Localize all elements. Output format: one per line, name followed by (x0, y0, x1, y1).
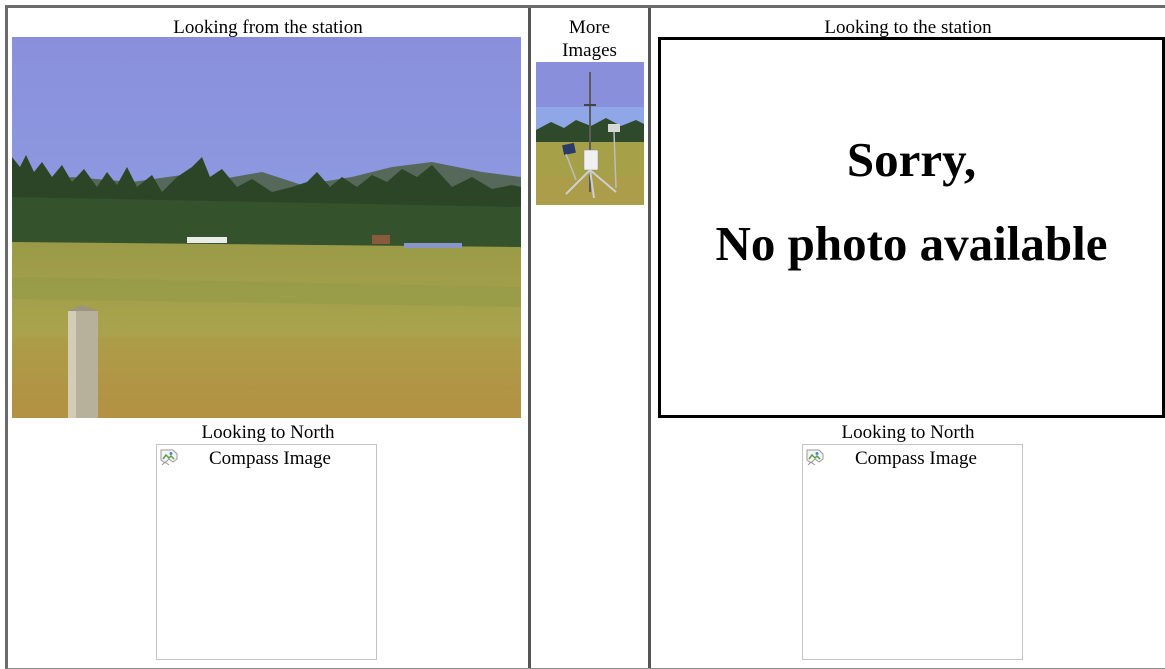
landscape-photo-icon (12, 37, 521, 418)
no-photo-message: No photo available (715, 216, 1108, 271)
left-north-caption: Looking to North (201, 422, 335, 443)
left-compass-image: Compass Image (156, 444, 377, 660)
broken-image-icon (160, 449, 178, 466)
no-photo-placeholder: Sorry, No photo available (658, 37, 1165, 418)
no-photo-sorry-text: Sorry, (846, 132, 977, 187)
weather-station-thumbnail-icon (536, 62, 644, 205)
left-panel-caption: Looking from the station (173, 17, 363, 38)
left-compass-alt-text: Compass Image (209, 448, 331, 469)
right-panel-caption: Looking to the station (824, 17, 992, 38)
right-compass-image: Compass Image (802, 444, 1023, 660)
broken-image-icon (806, 449, 824, 466)
more-images-caption-line1: More (568, 17, 611, 38)
right-panel: Looking to the station Sorry, No photo a… (651, 8, 1165, 668)
looking-from-station-photo (12, 37, 521, 418)
more-images-caption-line2: Images (562, 40, 617, 61)
left-panel: Looking from the station Looking to Nort… (8, 8, 528, 668)
right-compass-alt-text: Compass Image (855, 448, 977, 469)
more-images-panel: More Images (528, 8, 651, 668)
more-images-thumbnail[interactable] (536, 62, 644, 205)
station-photo-table: Looking from the station Looking to Nort… (5, 5, 1165, 669)
right-north-caption: Looking to North (841, 422, 975, 443)
